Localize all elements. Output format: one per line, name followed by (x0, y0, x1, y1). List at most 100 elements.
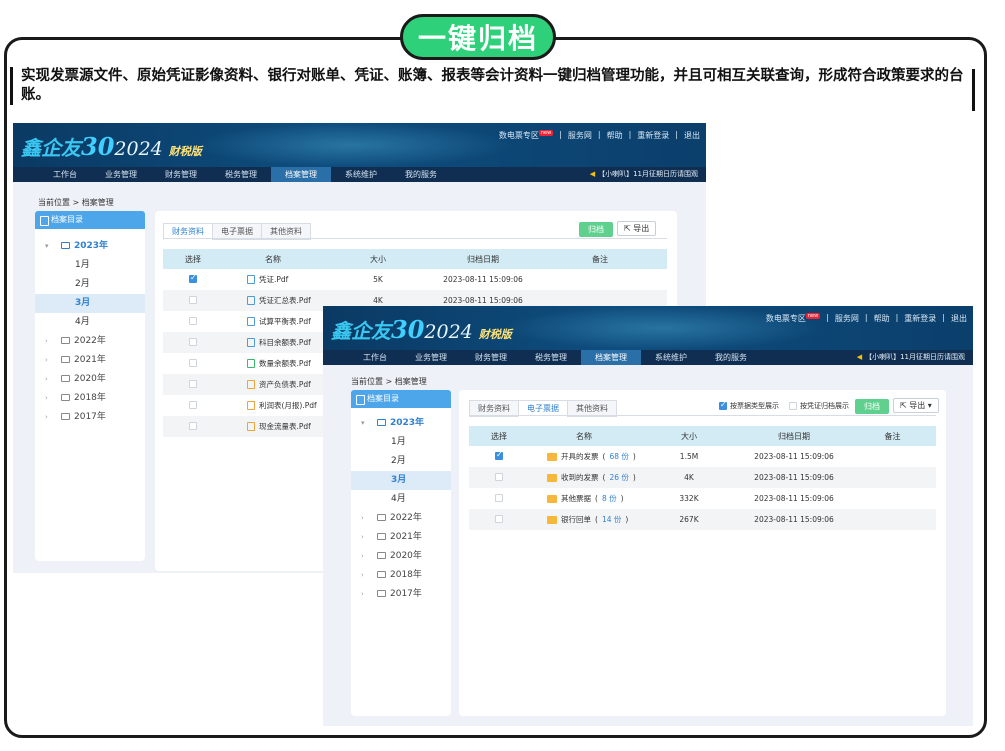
tree-month-3[interactable]: 3月 (35, 294, 145, 313)
pdf-file-icon (247, 317, 255, 326)
archive-date: 2023-08-11 15:09:06 (754, 473, 834, 482)
tree-month-2[interactable]: 2月 (351, 452, 451, 471)
notice-bar[interactable]: ◀ 【小喇叭】11月征期日历请围观 (857, 350, 965, 365)
row-checkbox[interactable] (189, 379, 197, 388)
breadcrumb: 当前位置 > 档案管理 (351, 377, 427, 386)
file-name: 现金流量表.Pdf (259, 422, 311, 431)
tree-year-2023[interactable]: ▾ 2023年 (351, 414, 451, 433)
app-header: 鑫企友302024 财税版 数电票专区 new | 服务网 | 帮助 | 重新登录 | 退出 (323, 306, 973, 350)
folder-icon (377, 571, 386, 578)
folder-icon (377, 552, 386, 559)
table-row[interactable]: 凭证.Pdf 5K 2023-08-11 15:09:06 (163, 269, 667, 290)
file-size: 332K (679, 494, 699, 503)
checkbox-icon (789, 402, 797, 410)
archive-button[interactable]: 归档 (579, 222, 613, 237)
row-checkbox[interactable] (189, 421, 197, 430)
nav-business[interactable]: 业务管理 (401, 350, 461, 365)
row-checkbox[interactable] (495, 514, 503, 523)
row-checkbox[interactable] (495, 450, 503, 460)
file-name: 科目余额表.Pdf (259, 338, 311, 347)
table-row[interactable]: 银行回单 (14 份) 267K 2023-08-11 15:09:06 (469, 509, 936, 530)
nav-my-service[interactable]: 我的服务 (701, 350, 761, 365)
tree-year-2023[interactable]: ▾ 2023年 (35, 237, 145, 256)
link-relogin[interactable]: 重新登录 (904, 313, 936, 324)
row-checkbox[interactable] (189, 295, 197, 304)
nav-finance[interactable]: 财务管理 (461, 350, 521, 365)
tree-month-1[interactable]: 1月 (35, 256, 145, 275)
link-help[interactable]: 帮助 (874, 313, 890, 324)
nav-tax[interactable]: 税务管理 (211, 167, 271, 182)
table-header: 选择 名称 大小 归档日期 备注 (163, 249, 667, 269)
folder-icon (547, 515, 557, 524)
tree-year-2017[interactable]: › 2017年 (35, 408, 145, 427)
nav-workbench[interactable]: 工作台 (323, 350, 401, 365)
folder-icon (61, 413, 70, 420)
nav-archive[interactable]: 档案管理 (581, 350, 641, 365)
pdf-file-icon (247, 422, 255, 431)
tree-year-2018[interactable]: › 2018年 (351, 566, 451, 585)
tree-year-2017[interactable]: › 2017年 (351, 585, 451, 604)
table-row[interactable]: 开具的发票 (68 份)1.5M2023-08-11 15:09:06 (469, 446, 936, 467)
pdf-file-icon (247, 338, 255, 347)
link-digital-invoice[interactable]: 数电票专区 new (499, 130, 554, 141)
link-service[interactable]: 服务网 (835, 313, 859, 324)
tree-year-2020[interactable]: › 2020年 (351, 547, 451, 566)
tree-month-4[interactable]: 4月 (35, 313, 145, 332)
tree-month-2[interactable]: 2月 (35, 275, 145, 294)
nav-workbench[interactable]: 工作台 (13, 167, 91, 182)
row-checkbox[interactable] (189, 316, 197, 325)
nav-archive[interactable]: 档案管理 (271, 167, 331, 182)
file-name: 数量余额表.Pdf (259, 359, 311, 368)
link-relogin[interactable]: 重新登录 (637, 130, 669, 141)
tree-year-2018[interactable]: › 2018年 (35, 389, 145, 408)
nav-business[interactable]: 业务管理 (91, 167, 151, 182)
archive-date: 2023-08-11 15:09:06 (754, 515, 834, 524)
table-row[interactable]: 收到的发票 (26 份) 4K 2023-08-11 15:09:06 (469, 467, 936, 488)
nav-my-service[interactable]: 我的服务 (391, 167, 451, 182)
option-by-voucher[interactable]: 按凭证归档展示 (789, 401, 849, 411)
option-by-invoice-type[interactable]: 按票据类型展示 (719, 400, 779, 411)
row-checkbox[interactable] (189, 358, 197, 367)
nav-system[interactable]: 系统维护 (331, 167, 391, 182)
link-help[interactable]: 帮助 (607, 130, 623, 141)
link-exit[interactable]: 退出 (684, 130, 700, 141)
pdf-file-icon (247, 275, 255, 284)
main-nav: 工作台 业务管理 财务管理 税务管理 档案管理 系统维护 我的服务 ◀ 【小喇叭】… (323, 350, 973, 365)
tree-year-2021[interactable]: › 2021年 (35, 351, 145, 370)
file-name: 利润表(月报).Pdf (259, 401, 317, 410)
table-row[interactable]: 其他票据 (8 份) 332K 2023-08-11 15:09:06 (469, 488, 936, 509)
row-checkbox[interactable] (495, 493, 503, 502)
top-links: 数电票专区 new | 服务网 | 帮助 | 重新登录 | 退出 (498, 130, 700, 141)
link-service[interactable]: 服务网 (568, 130, 592, 141)
top-links: 数电票专区 new | 服务网 | 帮助 | 重新登录 | 退出 (765, 313, 967, 324)
tree-year-2022[interactable]: › 2022年 (351, 509, 451, 528)
nav-finance[interactable]: 财务管理 (151, 167, 211, 182)
tree-year-2021[interactable]: › 2021年 (351, 528, 451, 547)
tree-year-2020[interactable]: › 2020年 (35, 370, 145, 389)
nav-tax[interactable]: 税务管理 (521, 350, 581, 365)
link-digital-invoice[interactable]: 数电票专区 new (766, 313, 821, 324)
export-button[interactable]: ⇱ 导出 ▾ (893, 398, 939, 413)
notice-bar[interactable]: ◀ 【小喇叭】11月征期日历请围观 (590, 167, 698, 182)
tree-year-2022[interactable]: › 2022年 (35, 332, 145, 351)
tree-month-4[interactable]: 4月 (351, 490, 451, 509)
row-checkbox[interactable] (189, 273, 197, 283)
link-exit[interactable]: 退出 (951, 313, 967, 324)
row-checkbox[interactable] (189, 337, 197, 346)
folder-name: 其他票据 (561, 494, 591, 503)
export-icon: ⇱ (900, 401, 910, 410)
row-checkbox[interactable] (189, 400, 197, 409)
sidebar-title: 档案目录 (351, 390, 451, 408)
nav-system[interactable]: 系统维护 (641, 350, 701, 365)
description-text: 实现发票源文件、原始凭证影像资料、银行对账单、凭证、账簿、报表等会计资料一键归档… (21, 68, 964, 103)
archive-button[interactable]: 归档 (855, 399, 889, 414)
file-size: 4K (684, 473, 694, 482)
row-checkbox[interactable] (495, 472, 503, 481)
folder-icon (61, 242, 70, 249)
export-button[interactable]: ⇱ 导出 (617, 221, 657, 236)
export-icon: ⇱ (624, 224, 634, 233)
archive-sidebar: 档案目录 ▾ 2023年 1月 2月 3月 4月 › 2022年 › 2021年 › 2… (35, 211, 145, 561)
tree-month-3[interactable]: 3月 (351, 471, 451, 490)
tree-month-1[interactable]: 1月 (351, 433, 451, 452)
folder-name: 银行回单 (561, 515, 591, 524)
